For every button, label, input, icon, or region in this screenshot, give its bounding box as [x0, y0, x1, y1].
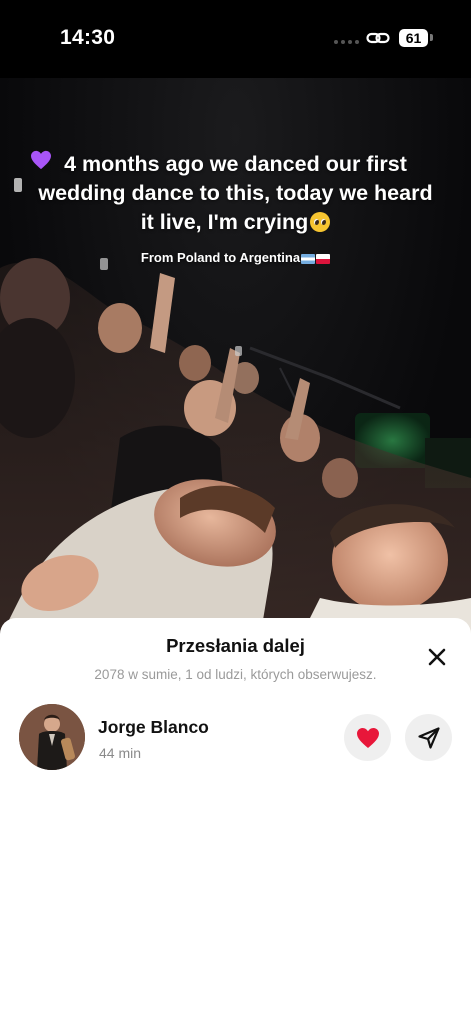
battery-icon: 61 — [399, 29, 428, 47]
sheet-title: Przesłania dalej — [166, 635, 305, 656]
like-button[interactable] — [344, 714, 391, 761]
link-icon — [366, 32, 390, 44]
heart-icon — [356, 727, 379, 748]
user-name[interactable]: Jorge Blanco — [98, 717, 209, 738]
battery-nub — [430, 34, 433, 41]
sheet-subtitle: 2078 w sumie, 1 od ludzi, których obserw… — [94, 667, 377, 682]
status-time: 14:30 — [60, 26, 116, 49]
pleading-face-icon — [310, 212, 331, 232]
avatar[interactable] — [19, 704, 85, 770]
battery-level: 61 — [405, 30, 422, 46]
signal-dots-icon — [334, 40, 359, 44]
video-caption: 4 months ago we danced our first wedding… — [30, 150, 441, 237]
send-button[interactable] — [405, 714, 452, 761]
status-bar: 14:30 61 — [0, 0, 471, 78]
reposts-sheet: Przesłania dalej 2078 w sumie, 1 od ludz… — [0, 618, 471, 1024]
argentina-flag-icon — [301, 253, 316, 264]
subcaption-text: From Poland to Argentina — [140, 250, 301, 265]
poland-flag-icon — [316, 253, 331, 264]
list-item[interactable]: Jorge Blanco 44 min — [0, 704, 471, 772]
video-area[interactable]: 4 months ago we danced our first wedding… — [0, 78, 471, 638]
caption-text: 4 months ago we danced our first wedding… — [38, 152, 433, 234]
avatar-photo — [19, 704, 85, 770]
video-subcaption: From Poland to Argentina — [0, 250, 471, 265]
purple-heart-icon — [31, 150, 51, 170]
user-time: 44 min — [99, 745, 142, 761]
send-icon — [417, 726, 440, 749]
